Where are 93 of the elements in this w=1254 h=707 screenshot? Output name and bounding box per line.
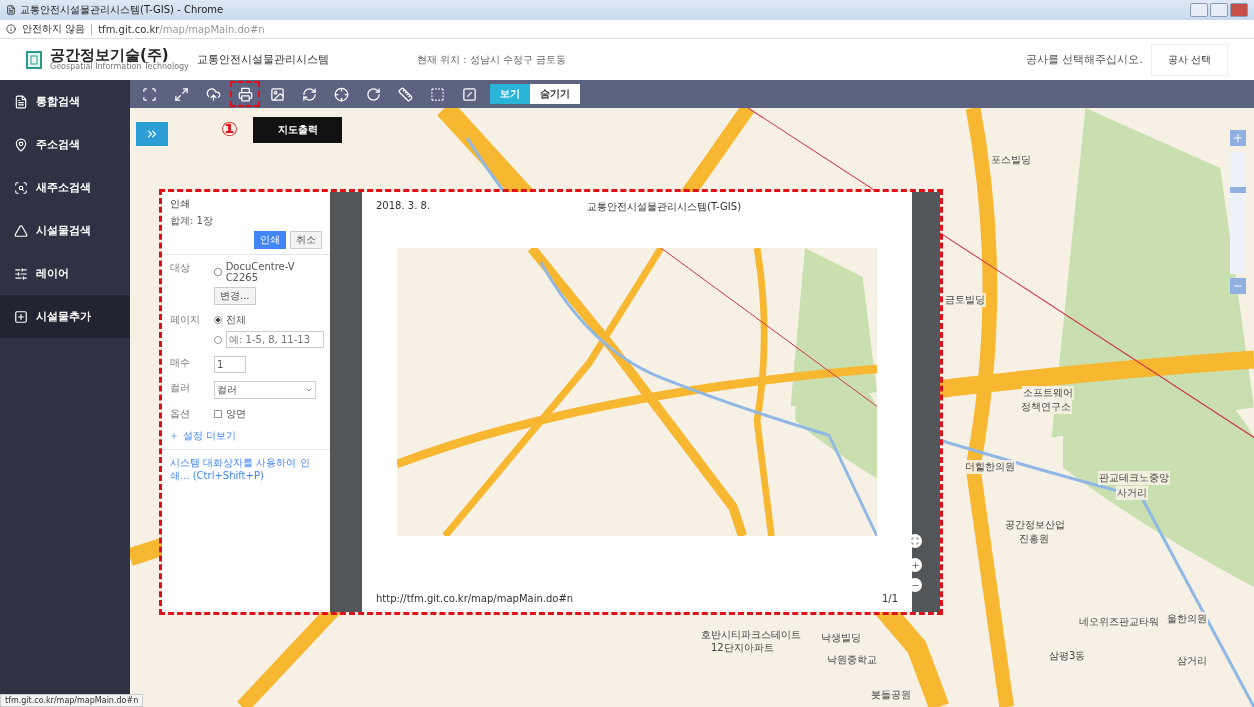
map-label: 울한의원 — [1166, 612, 1208, 626]
map-label: 네오위즈판교타워 — [1078, 615, 1160, 629]
document-search-icon — [14, 94, 28, 109]
setting-label: 매수 — [170, 356, 191, 370]
setting-label: 대상 — [170, 261, 191, 275]
sidebar-item[interactable]: 통합검색 — [0, 80, 130, 123]
page-number: 1/1 — [881, 593, 898, 604]
address-field[interactable]: tfm.git.co.kr/map/mapMain.do#n — [91, 23, 265, 35]
triangle-icon — [14, 223, 28, 238]
dialog-title: 인쇄 — [170, 197, 191, 211]
fit-page-button[interactable] — [908, 534, 922, 548]
radio-label: 전체 — [226, 313, 246, 327]
radio-button[interactable] — [214, 316, 222, 324]
maximize-button[interactable] — [1210, 3, 1228, 17]
expand-icon — [173, 86, 189, 102]
square-plus-icon — [14, 309, 28, 324]
plus-icon — [170, 432, 178, 440]
map-label: 진흥원 — [1018, 532, 1050, 546]
security-label: 안전하지 않음 — [22, 22, 86, 36]
refresh-icon — [301, 86, 317, 102]
map-label: 12단지아파트 — [710, 641, 775, 655]
change-button[interactable]: 변경... — [214, 287, 256, 305]
map-label: 낙원중학교 — [826, 653, 878, 667]
copies-field[interactable]: 1 — [214, 356, 246, 373]
printer-name: DocuCentre-V C2265 — [225, 261, 296, 283]
status-url: tfm.git.co.kr/map/mapMain.do#n — [0, 694, 144, 707]
setting-label: 옵션 — [170, 407, 191, 421]
print-button[interactable]: 인쇄 — [254, 231, 286, 249]
map-label: 낙생빌딩 — [820, 631, 862, 645]
system-name: 교통안전시설물관리시스템 — [196, 52, 329, 67]
map-label: 정책연구소 — [1020, 400, 1072, 414]
info-icon[interactable] — [6, 24, 16, 34]
image-icon — [269, 86, 285, 102]
minimize-button[interactable] — [1190, 3, 1208, 17]
map-label: 판교테크노중앙 — [1098, 471, 1170, 485]
project-select-button[interactable]: 공사 선택 — [1150, 43, 1228, 76]
print-date: 2018. 3. 8. — [376, 200, 431, 213]
print-title: 교통안전시설물관리시스템(T-GIS) — [586, 200, 743, 214]
map-pin-icon — [14, 137, 28, 152]
logo-icon — [26, 50, 42, 69]
print-url: http://tfm.git.co.kr/map/mapMain.do#n — [376, 593, 574, 604]
plus-icon — [910, 560, 920, 570]
radio-button[interactable] — [214, 335, 222, 344]
double-chevron-icon — [145, 127, 159, 141]
map-label: 금토빌딩 — [944, 293, 986, 307]
company-tagline: Geospatial Information Technology — [50, 63, 189, 71]
crosshair-icon — [333, 86, 349, 102]
system-dialog-link[interactable]: 시스템 대화상자를 사용하여 인쇄... (Ctrl+Shift+P) — [162, 450, 330, 488]
cancel-button[interactable]: 취소 — [290, 231, 322, 249]
map-label: 포스빌딩 — [990, 153, 1032, 167]
sidebar-item[interactable]: 주소검색 — [0, 123, 130, 166]
fit-icon — [911, 537, 919, 545]
view-tab[interactable]: 숨기기 — [530, 84, 580, 104]
sidebar-item[interactable]: 시설물검색 — [0, 209, 130, 252]
map-label: 소프트웨어 — [1022, 386, 1074, 400]
map-label: 사거리 — [1116, 486, 1148, 500]
checkbox-label: 양면 — [226, 407, 246, 421]
setting-label: 페이지 — [170, 313, 201, 327]
checkbox[interactable] — [214, 410, 222, 418]
square-slash-icon — [461, 86, 477, 102]
map-label: 봇들공원 — [870, 688, 912, 702]
map-label: 공간정보산업 — [1004, 518, 1066, 532]
project-prompt: 공사를 선택해주십시오. — [1025, 52, 1143, 67]
tooltip: 지도출력 — [253, 117, 342, 143]
sidebar-item[interactable]: 시설물추가 — [0, 295, 130, 338]
frame-icon — [141, 86, 157, 102]
color-select[interactable]: 컬러 — [214, 381, 316, 399]
zoom-thumb[interactable] — [1230, 186, 1246, 193]
chevron-down-icon — [305, 386, 313, 394]
dashed-square-icon — [429, 86, 445, 102]
page-range-field[interactable]: 예: 1-5, 8, 11-13 — [226, 331, 324, 348]
sliders-icon — [14, 266, 28, 281]
sidebar-item[interactable]: 새주소검색 — [0, 166, 130, 209]
sidebar-item[interactable]: 레이어 — [0, 252, 130, 295]
page-total: 합계: 1장 — [170, 214, 214, 228]
expand-panel-button[interactable] — [136, 122, 168, 146]
scan-search-icon — [14, 180, 28, 195]
zoom-slider[interactable] — [1230, 152, 1246, 274]
cloud-icon — [205, 86, 221, 102]
map-label: 호반시티파크스테이트 — [700, 628, 802, 642]
map-label: 삼거리 — [1176, 654, 1208, 668]
ruler-icon — [397, 86, 413, 102]
map-label: 더힐한의원 — [964, 460, 1016, 474]
step-number: ① — [221, 117, 238, 141]
current-location: 현재 위치 : 성남시 수정구 금토동 — [416, 52, 567, 67]
setting-label: 컬러 — [170, 381, 191, 395]
plus-icon — [1232, 132, 1244, 144]
rotate-icon — [365, 86, 381, 102]
window-title: 교통안전시설물관리시스템(T-GIS) - Chrome — [20, 3, 224, 17]
company-logo-text: 공간정보기술(주) — [50, 48, 169, 63]
page-icon — [6, 5, 16, 15]
more-settings-link[interactable]: 설정 더보기 — [183, 429, 237, 443]
map-label: 삼평3동 — [1048, 649, 1087, 663]
